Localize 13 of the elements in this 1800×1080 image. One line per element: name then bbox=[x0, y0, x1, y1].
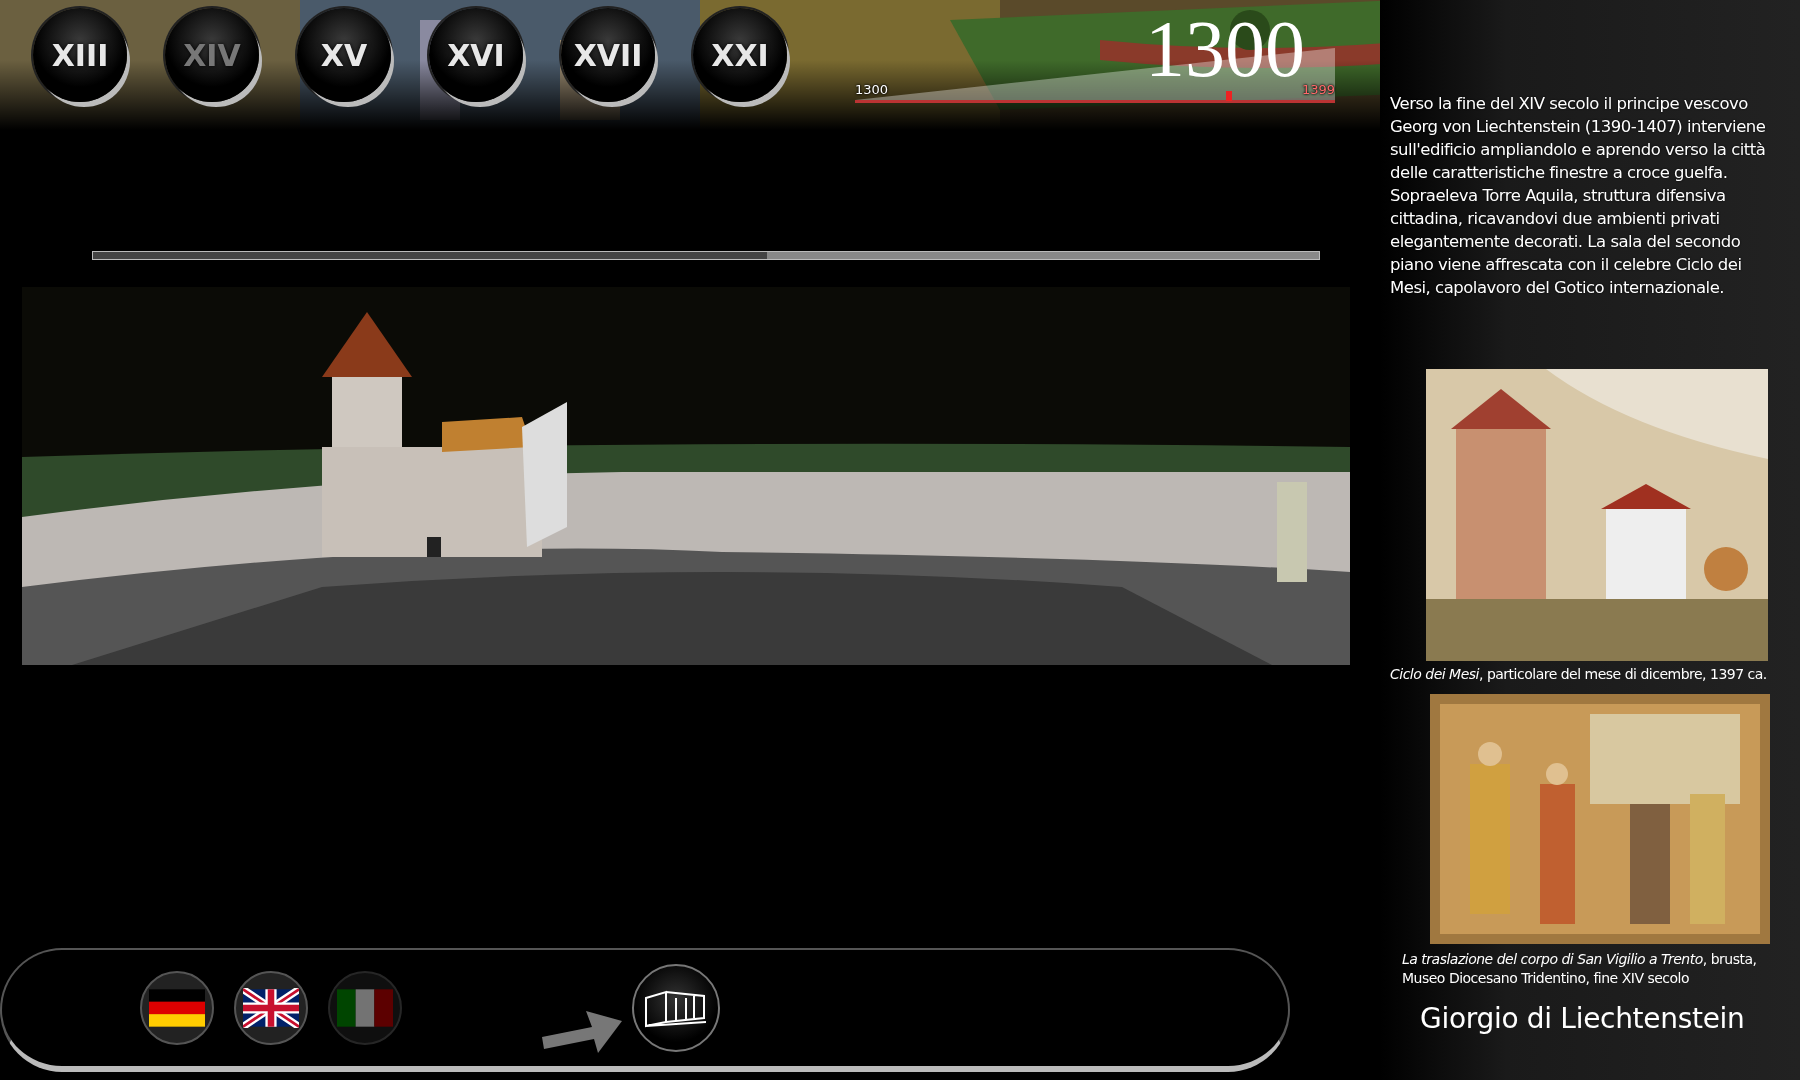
description-text: Sopraeleva Torre Aquila, struttura difensiva cittadina, ricavandovi due ambienti privati elegantemente decorati. La sala del secondo piano viene affrescata con il celebre Ciclo dei Mesi, capolavoro del Gotico internazionale. bbox=[1390, 185, 1743, 299]
description-text: Verso la fine del XIV secolo il principe vescovo Georg von Liechtenstein (1390-1407) interviene sull'edificio ampliandolo e aprendo verso la città delle caratteristiche finestre a croce guelfa. bbox=[1390, 93, 1767, 184]
building-icon bbox=[644, 988, 708, 1028]
page-title: Giorgio di Liechtenstein bbox=[1420, 1002, 1746, 1035]
figure-caption: Ciclo dei Mesi, particolare del mese di dicembre, 1397 ca. bbox=[1390, 665, 1768, 684]
british-flag-icon bbox=[243, 988, 299, 1028]
italian-flag-icon bbox=[337, 988, 393, 1028]
timeline-thumb[interactable] bbox=[1226, 91, 1233, 101]
figure-caption: La traslazione del corpo di San Vigilio a Trento, brusta, Museo Diocesano Tridentino, fine XIV secolo bbox=[1402, 950, 1758, 988]
end-year: 1399 bbox=[1301, 82, 1335, 97]
year-label: 1300 bbox=[1145, 14, 1305, 85]
german-flag-icon bbox=[149, 988, 205, 1028]
start-year: 1300 bbox=[855, 82, 889, 97]
